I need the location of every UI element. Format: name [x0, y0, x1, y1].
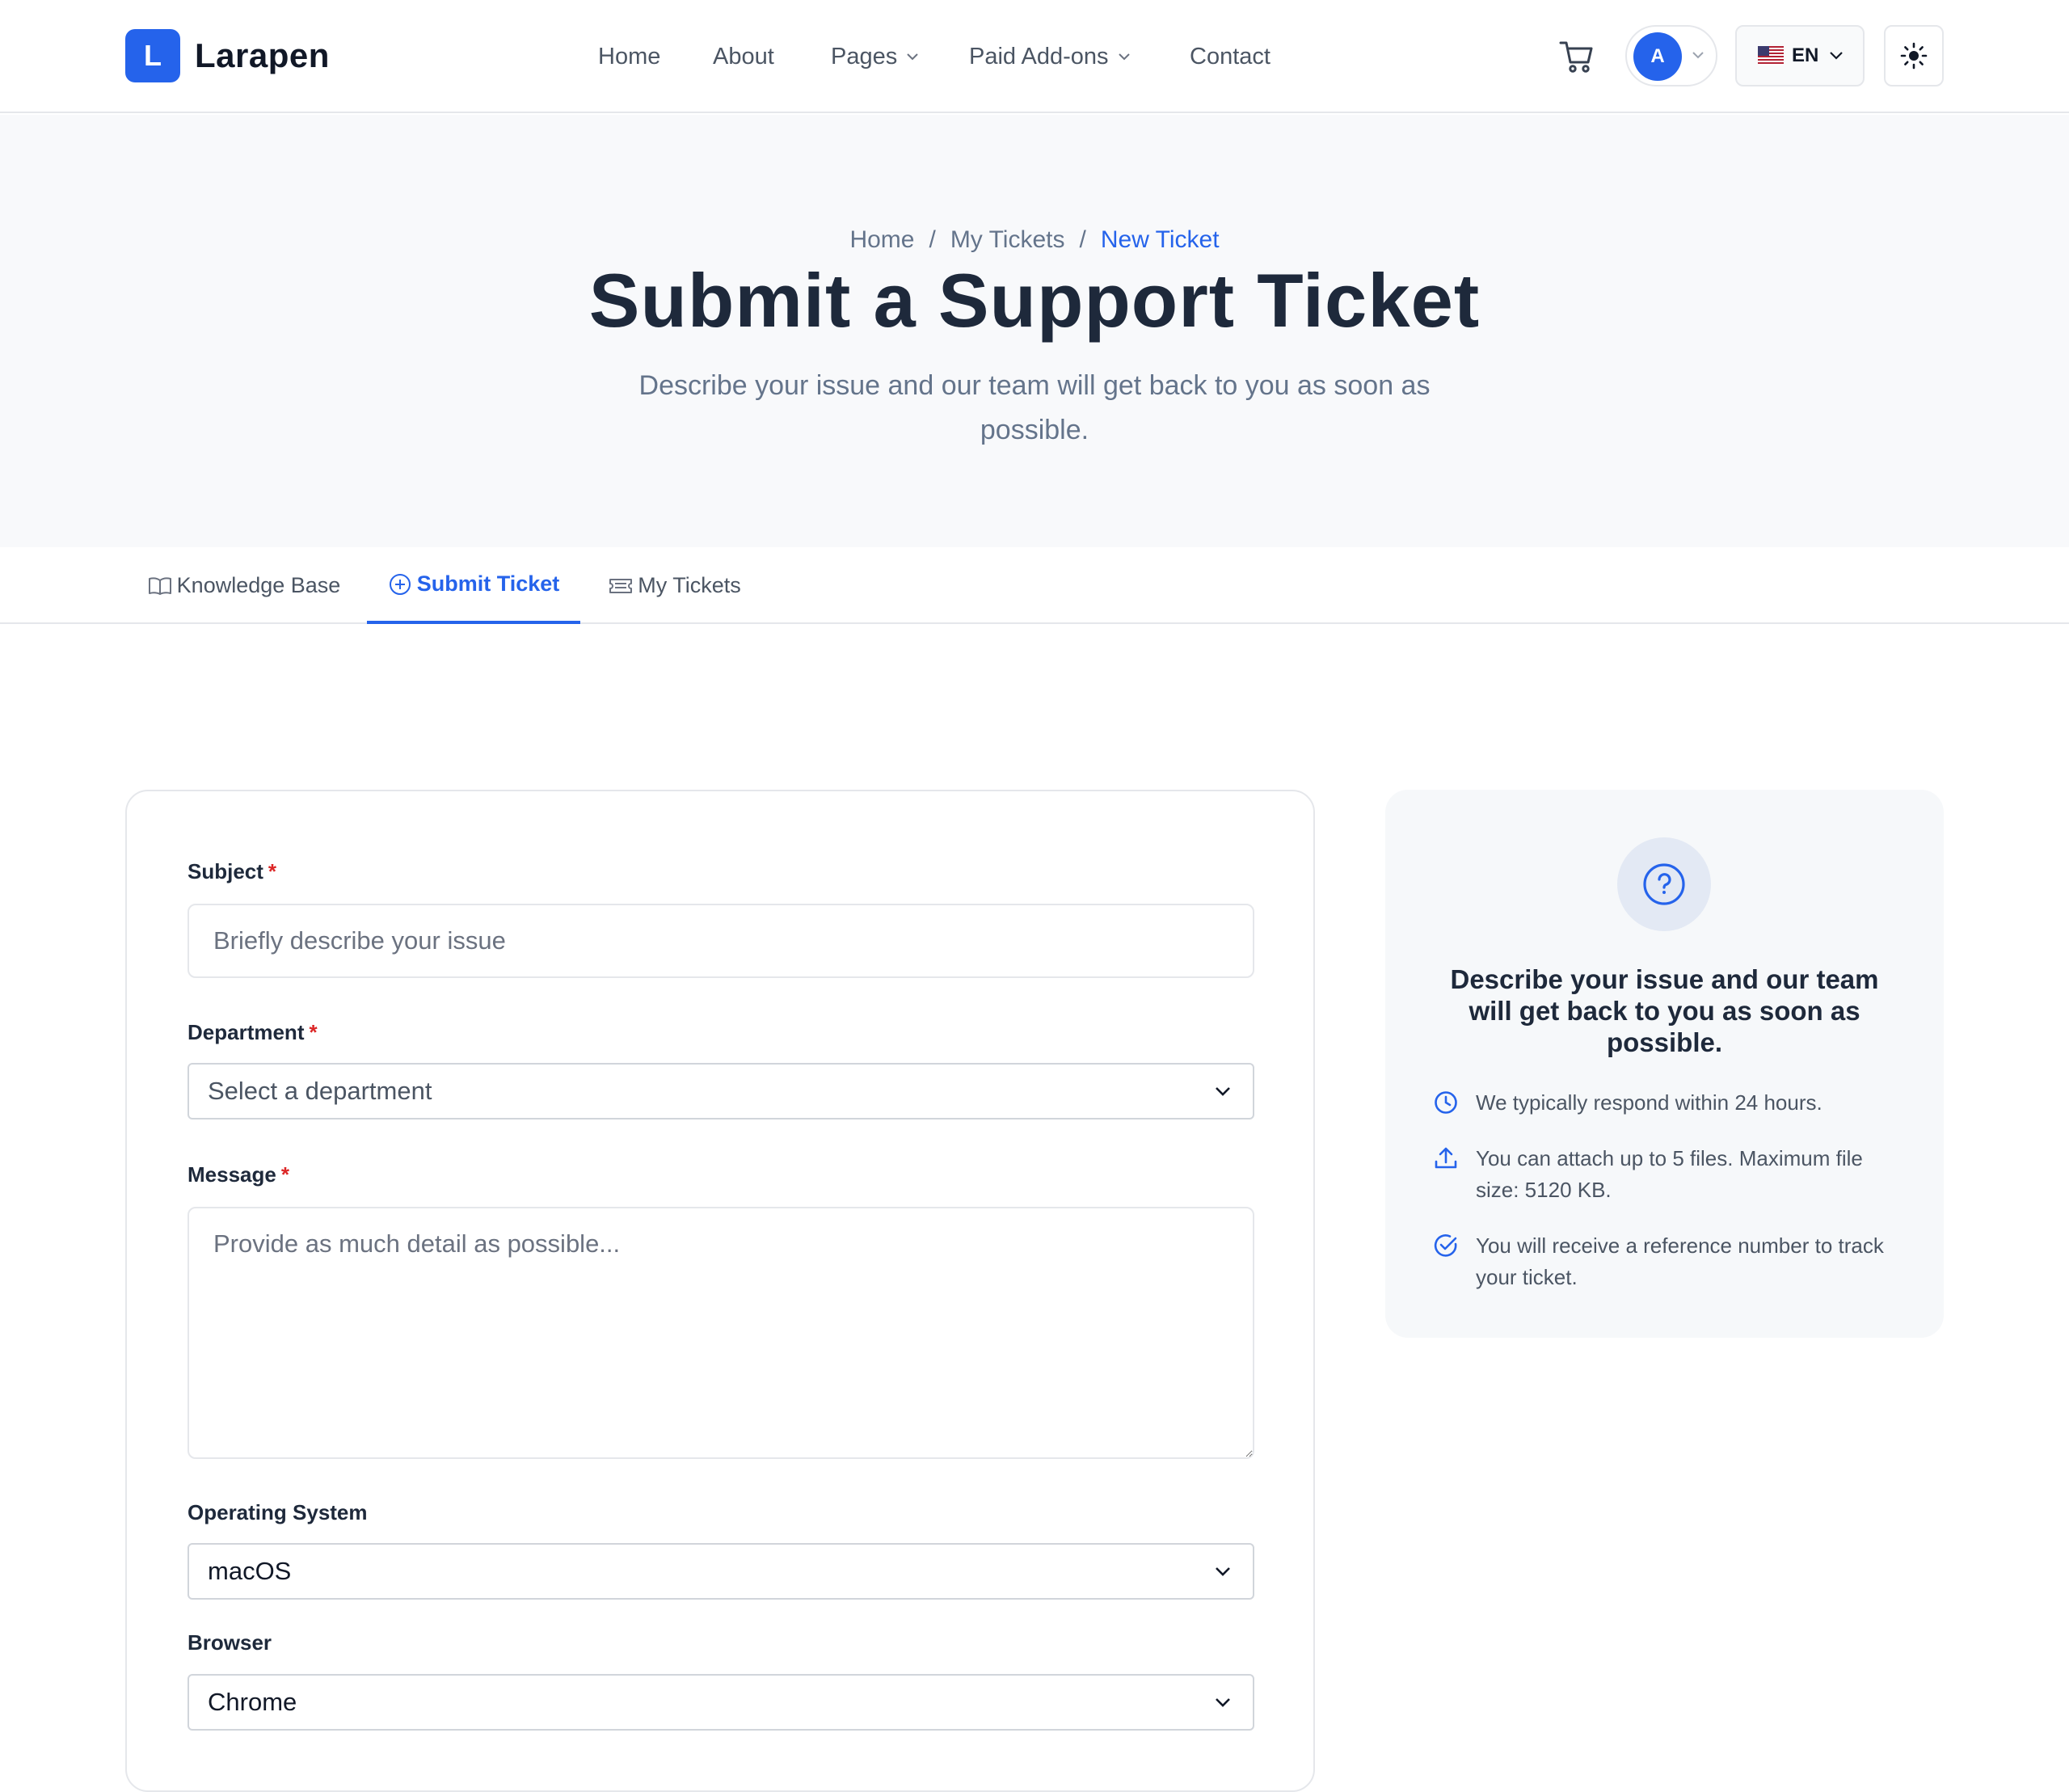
language-label: EN	[1792, 44, 1819, 66]
help-badge	[1617, 837, 1711, 931]
sun-icon	[1900, 42, 1928, 70]
info-item-text: We typically respond within 24 hours.	[1476, 1090, 1822, 1115]
avatar: A	[1633, 32, 1682, 81]
page-subtitle: Describe your issue and our team will ge…	[638, 370, 1431, 445]
clock-icon	[1435, 1091, 1457, 1114]
info-list: We typically respond within 24 hours. Yo…	[1432, 1087, 1909, 1318]
chevron-down-icon	[1118, 53, 1130, 61]
tab-my-tickets[interactable]: My Tickets	[606, 547, 744, 624]
info-item-text: You can attach up to 5 files. Maximum fi…	[1476, 1146, 1863, 1202]
info-panel: Describe your issue and our team will ge…	[1385, 790, 1944, 1338]
tab-knowledge-base-label: Knowledge Base	[176, 573, 341, 597]
breadcrumb-my-tickets[interactable]: My Tickets	[950, 226, 1065, 253]
nav-paid-addons-label: Paid Add-ons	[969, 43, 1109, 70]
site-header: L Larapen Home About Pages Paid Add-ons …	[0, 0, 2069, 113]
info-item: You can attach up to 5 files. Maximum fi…	[1432, 1143, 1909, 1206]
nav-home-label: Home	[598, 43, 661, 70]
nav-home[interactable]: Home	[598, 0, 660, 113]
required-mark: *	[309, 1020, 318, 1044]
browser-label: Browser	[188, 1630, 272, 1655]
nav-about[interactable]: About	[713, 0, 774, 113]
required-mark: *	[268, 859, 277, 883]
department-select-value: Select a department	[208, 1077, 432, 1105]
theme-toggle-button[interactable]	[1884, 25, 1944, 86]
subject-input[interactable]	[188, 904, 1254, 978]
cart-button[interactable]	[1558, 39, 1595, 74]
chevron-down-icon	[1216, 1698, 1230, 1707]
support-tabs: Knowledge Base Submit Ticket My Tickets	[0, 547, 2069, 624]
info-item-text: You will receive a reference number to t…	[1476, 1233, 1884, 1289]
chevron-down-icon	[1830, 52, 1844, 60]
check-circle-icon	[1434, 1234, 1457, 1257]
os-select[interactable]: macOS	[188, 1543, 1254, 1600]
chevron-down-icon	[1216, 1567, 1230, 1576]
subject-label-text: Subject	[188, 859, 263, 883]
logo-mark: L	[125, 29, 180, 82]
browser-select-value: Chrome	[208, 1688, 297, 1716]
os-label-text: Operating System	[188, 1500, 368, 1524]
ticket-form: Subject* Department* Select a department…	[125, 790, 1315, 1792]
user-menu-button[interactable]: A	[1625, 25, 1717, 86]
tab-knowledge-base[interactable]: Knowledge Base	[147, 547, 341, 624]
required-mark: *	[280, 1162, 289, 1187]
chevron-down-icon	[907, 53, 918, 61]
nav-about-label: About	[713, 43, 774, 70]
hero-section: Home / My Tickets / New Ticket Submit a Supp…	[0, 115, 2069, 547]
department-label-text: Department	[188, 1020, 305, 1044]
subject-label: Subject *	[188, 859, 276, 884]
message-label: Message *	[188, 1162, 289, 1187]
browser-select[interactable]: Chrome	[188, 1674, 1254, 1731]
logo[interactable]: L Larapen	[125, 29, 330, 82]
nav-pages-label: Pages	[831, 43, 898, 70]
nav-contact[interactable]: Contact	[1190, 0, 1270, 113]
nav-paid-addons[interactable]: Paid Add-ons	[969, 0, 1131, 113]
page-title: Submit a Support Ticket	[588, 258, 1481, 343]
os-select-value: macOS	[208, 1557, 292, 1585]
ticket-icon	[609, 578, 633, 593]
chevron-down-icon	[1692, 52, 1704, 59]
us-flag-icon	[1758, 46, 1784, 65]
message-textarea[interactable]	[188, 1207, 1254, 1459]
logo-text: Larapen	[195, 36, 330, 74]
breadcrumb-current: New Ticket	[1100, 226, 1220, 253]
question-circle-icon	[1643, 863, 1685, 905]
breadcrumb: Home / My Tickets / New Ticket	[849, 226, 1220, 253]
nav-pages[interactable]: Pages	[831, 0, 920, 113]
chevron-down-icon	[1216, 1087, 1230, 1096]
tab-submit-ticket-label: Submit Ticket	[416, 571, 560, 596]
cart-icon	[1559, 41, 1593, 73]
info-item: You will receive a reference number to t…	[1432, 1230, 1909, 1293]
tab-submit-ticket[interactable]: Submit Ticket	[367, 547, 580, 624]
tab-my-tickets-label: My Tickets	[638, 573, 741, 597]
language-selector[interactable]: EN	[1735, 25, 1865, 86]
os-label: Operating System	[188, 1500, 368, 1525]
nav-contact-label: Contact	[1190, 43, 1270, 70]
book-icon	[148, 576, 171, 595]
info-item: We typically respond within 24 hours.	[1432, 1087, 1909, 1119]
info-title: Describe your issue and our team will ge…	[1450, 964, 1879, 1057]
breadcrumb-home[interactable]: Home	[849, 226, 914, 253]
department-label: Department *	[188, 1020, 318, 1045]
plus-circle-icon	[389, 573, 411, 595]
message-label-text: Message	[188, 1162, 276, 1187]
upload-icon	[1435, 1147, 1457, 1169]
browser-label-text: Browser	[188, 1630, 272, 1655]
department-select[interactable]: Select a department	[188, 1063, 1254, 1119]
